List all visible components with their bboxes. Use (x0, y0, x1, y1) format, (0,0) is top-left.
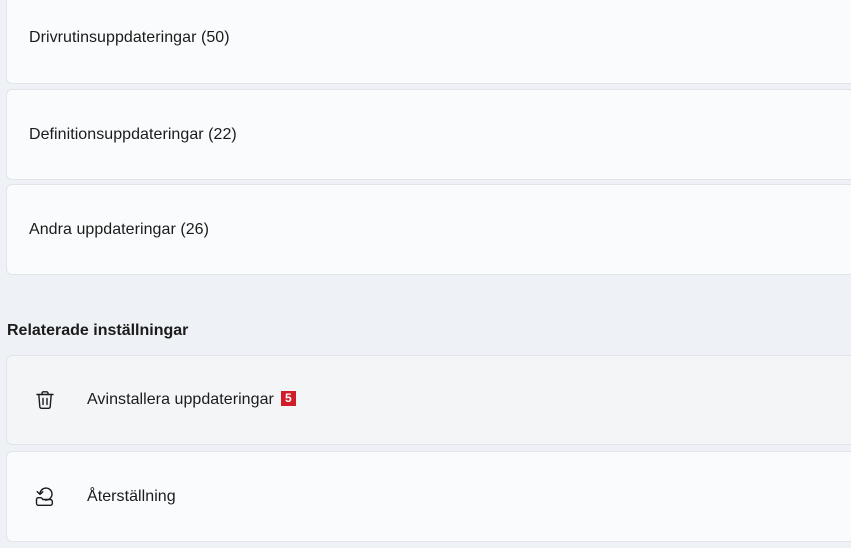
recovery-icon (33, 485, 57, 509)
other-updates-item[interactable]: Andra uppdateringar (26) (6, 184, 851, 275)
recovery-item[interactable]: Återställning (6, 451, 851, 542)
related-settings-heading: Relaterade inställningar (7, 322, 189, 339)
driver-updates-item[interactable]: Drivrutinsuppdateringar (50) (6, 0, 851, 84)
uninstall-updates-text: Avinstallera uppdateringar (87, 391, 274, 408)
step-number-badge: 5 (280, 391, 296, 406)
definition-updates-item[interactable]: Definitionsuppdateringar (22) (6, 89, 851, 180)
recovery-label: Återställning (87, 487, 176, 505)
uninstall-updates-label: Avinstallera uppdateringar 5 (87, 391, 296, 409)
driver-updates-label: Drivrutinsuppdateringar (50) (29, 29, 230, 46)
trash-icon (33, 388, 57, 412)
other-updates-label: Andra uppdateringar (26) (29, 220, 209, 238)
definition-updates-label: Definitionsuppdateringar (22) (29, 125, 237, 143)
uninstall-updates-item[interactable]: Avinstallera uppdateringar 5 (6, 355, 851, 445)
